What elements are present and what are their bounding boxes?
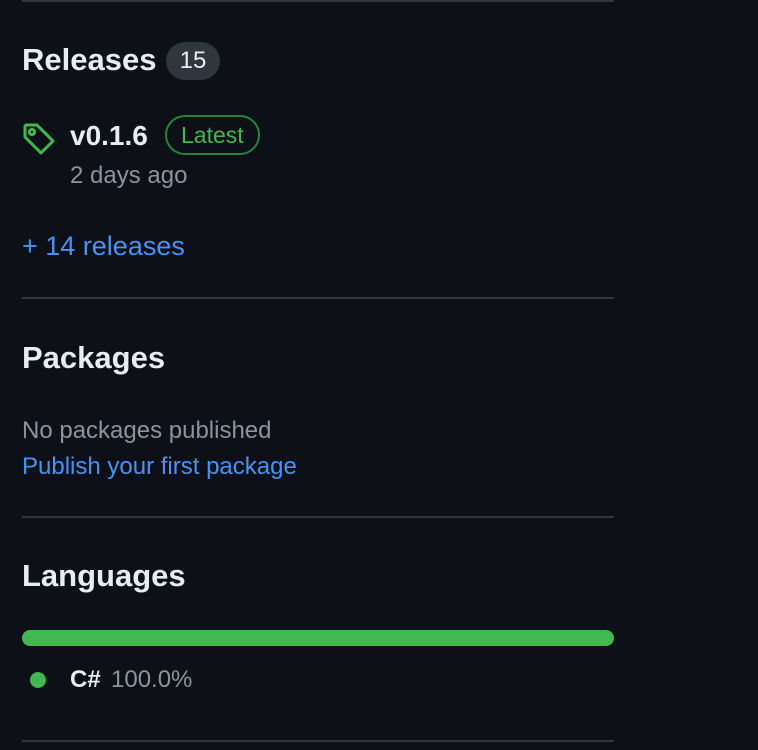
packages-title[interactable]: Packages xyxy=(22,342,165,373)
publish-package-link[interactable]: Publish your first package xyxy=(22,453,297,481)
language-bar[interactable] xyxy=(22,630,614,646)
divider-top xyxy=(22,0,614,2)
releases-count-badge: 15 xyxy=(166,42,220,80)
no-packages-text: No packages published xyxy=(22,417,272,444)
languages-title: Languages xyxy=(22,558,186,593)
tag-icon xyxy=(22,122,56,156)
release-name[interactable]: v0.1.6 xyxy=(70,120,148,152)
latest-badge: Latest xyxy=(165,115,260,155)
releases-title[interactable]: Releases xyxy=(22,44,156,75)
language-color-dot xyxy=(30,672,46,688)
language-name: C# xyxy=(70,666,101,693)
divider-packages xyxy=(22,516,614,518)
language-percent: 100.0% xyxy=(111,666,193,693)
divider-bottom xyxy=(22,740,614,742)
more-releases-link[interactable]: + 14 releases xyxy=(22,231,185,261)
divider-releases xyxy=(22,297,614,299)
release-date: 2 days ago xyxy=(70,162,188,189)
language-bar-segment-csharp xyxy=(22,630,614,646)
